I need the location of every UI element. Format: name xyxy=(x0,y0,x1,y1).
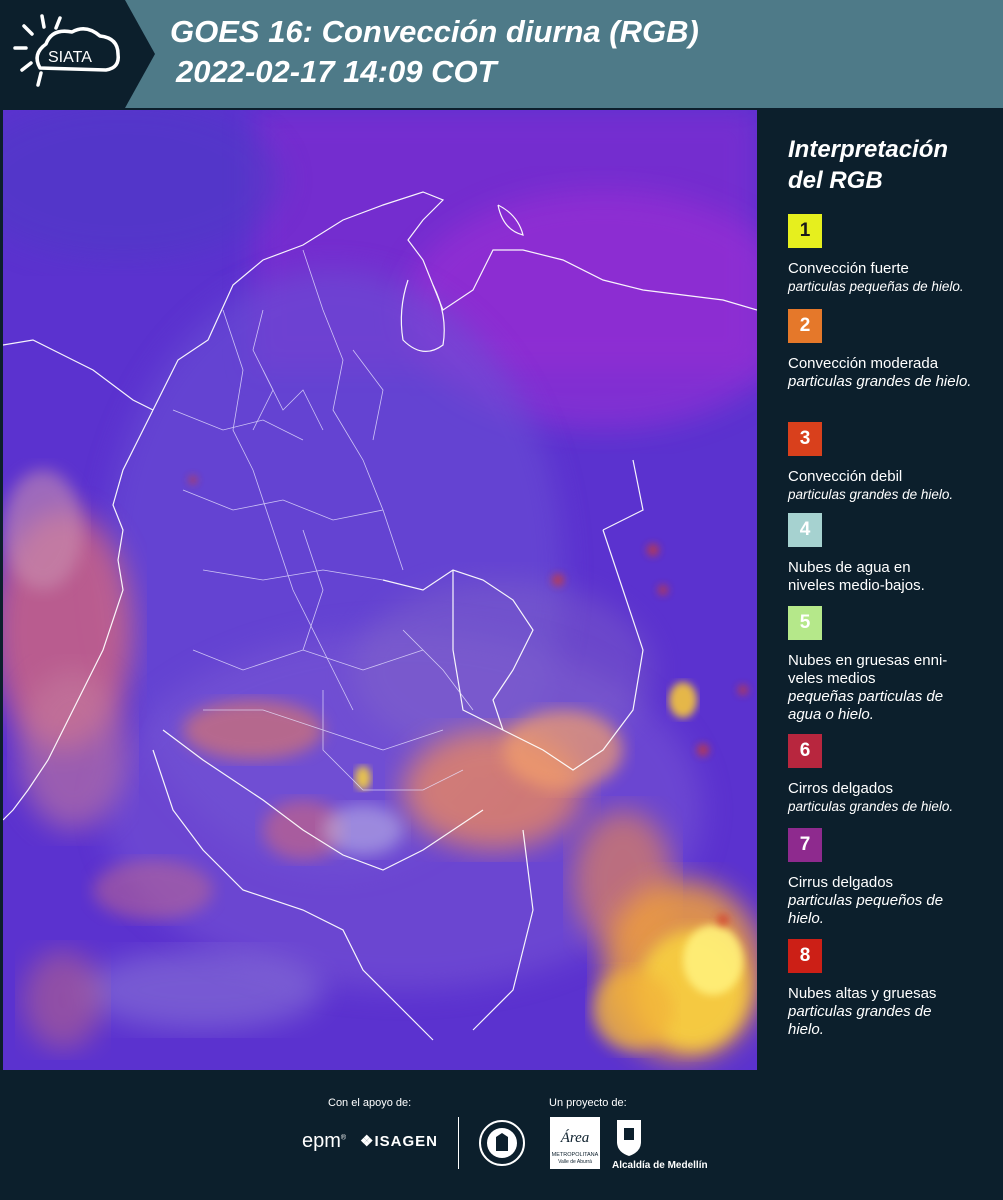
legend-swatch: 5 xyxy=(788,606,822,640)
header-bar: SIATA GOES 16: Convección diurna (RGB) 2… xyxy=(0,0,1003,108)
legend-item-desc: particulas grandes de hielo. xyxy=(788,799,954,814)
legend-number: 5 xyxy=(799,612,811,633)
legend-number: 4 xyxy=(799,519,811,540)
university-seal-logo xyxy=(479,1120,525,1166)
legend-swatch: 1 xyxy=(788,214,822,248)
legend-item-title: Convección debil xyxy=(788,468,903,485)
svg-text:METROPOLITANA: METROPOLITANA xyxy=(552,1152,599,1158)
legend-item-desc: particulas pequeñas de hielo. xyxy=(788,279,964,294)
area-metropolitana-logo: Área METROPOLITANA Valle de Aburrá xyxy=(550,1117,600,1169)
isagen-mark-icon: ❖ xyxy=(360,1133,375,1150)
svg-text:Valle de Aburrá: Valle de Aburrá xyxy=(558,1159,592,1165)
legend-item: 8 Nubes altas y gruesas particulas grand… xyxy=(788,939,993,1039)
rgb-legend: Interpretación del RGB 1 Convección fuer… xyxy=(788,134,993,1038)
legend-number: 3 xyxy=(799,428,811,449)
legend-item: 7 Cirrus delgados particulas pequeños de… xyxy=(788,828,993,928)
legend-swatch: 2 xyxy=(788,309,822,343)
legend-swatch: 6 xyxy=(788,734,822,768)
legend-item-title: Nubes altas y gruesas xyxy=(788,985,937,1002)
alcaldia-shield-icon xyxy=(617,1120,641,1156)
support-label: Con el apoyo de: xyxy=(328,1097,412,1109)
footer: Con el apoyo de: Un proyecto de: epm® ❖I… xyxy=(0,1070,1003,1200)
satellite-rgb-map xyxy=(3,110,757,1070)
siata-logo: SIATA xyxy=(13,14,120,87)
legend-item: 2 Convección moderada particulas grandes… xyxy=(788,309,993,391)
epm-logo: epm® xyxy=(302,1130,347,1152)
siata-logo-text: SIATA xyxy=(48,49,92,66)
legend-item-desc: particulas grandes de hielo. xyxy=(788,1003,932,1038)
svg-text:Área: Área xyxy=(560,1129,590,1146)
legend-item-title: Convección moderada xyxy=(788,355,939,372)
legend-number: 6 xyxy=(799,740,811,761)
alcaldia-label: Alcaldía de Medellín xyxy=(612,1160,708,1171)
page-timestamp: 2022-02-17 14:09 COT xyxy=(176,54,497,89)
legend-swatch: 7 xyxy=(788,828,822,862)
legend-item-desc: particulas grandes de hielo. xyxy=(788,373,972,390)
legend-title: Interpretación del RGB xyxy=(788,136,949,194)
project-label: Un proyecto de: xyxy=(549,1097,627,1109)
legend-number: 8 xyxy=(799,945,811,966)
legend-number: 7 xyxy=(799,834,811,855)
isagen-logo: ❖ISAGEN xyxy=(360,1133,438,1150)
legend-number: 1 xyxy=(799,220,811,241)
legend-item-desc: particulas pequeños de hielo. xyxy=(788,892,944,927)
legend-item-title: Nubes de agua en niveles medio-bajos. xyxy=(788,559,925,594)
legend-item: 6 Cirros delgados particulas grandes de … xyxy=(788,734,993,816)
legend-item-title: Nubes en gruesas enni- veles medios xyxy=(788,652,948,687)
legend-item-desc: particulas grandes de hielo. xyxy=(788,487,954,502)
legend-number: 2 xyxy=(799,315,811,336)
legend-item-title: Convección fuerte xyxy=(788,260,909,277)
legend-item-desc: pequeñas particulas de agua o hielo. xyxy=(788,688,944,723)
legend-item-title: Cirrus delgados xyxy=(788,874,894,891)
legend-item: 5 Nubes en gruesas enni- veles medios pe… xyxy=(788,606,993,724)
map-canvas xyxy=(3,110,757,1070)
legend-swatch: 8 xyxy=(788,939,822,973)
page-title: GOES 16: Convección diurna (RGB) xyxy=(170,14,699,49)
legend-item: 3 Convección debil particulas grandes de… xyxy=(788,422,993,504)
legend-swatch: 4 xyxy=(788,513,822,547)
legend-item-title: Cirros delgados xyxy=(788,780,894,797)
legend-item: 1 Convección fuerte particulas pequeñas … xyxy=(788,214,993,296)
footer-divider xyxy=(458,1117,459,1169)
logo-panel: SIATA xyxy=(0,0,155,108)
legend-item: 4 Nubes de agua en niveles medio-bajos. xyxy=(788,513,993,595)
legend-swatch: 3 xyxy=(788,422,822,456)
